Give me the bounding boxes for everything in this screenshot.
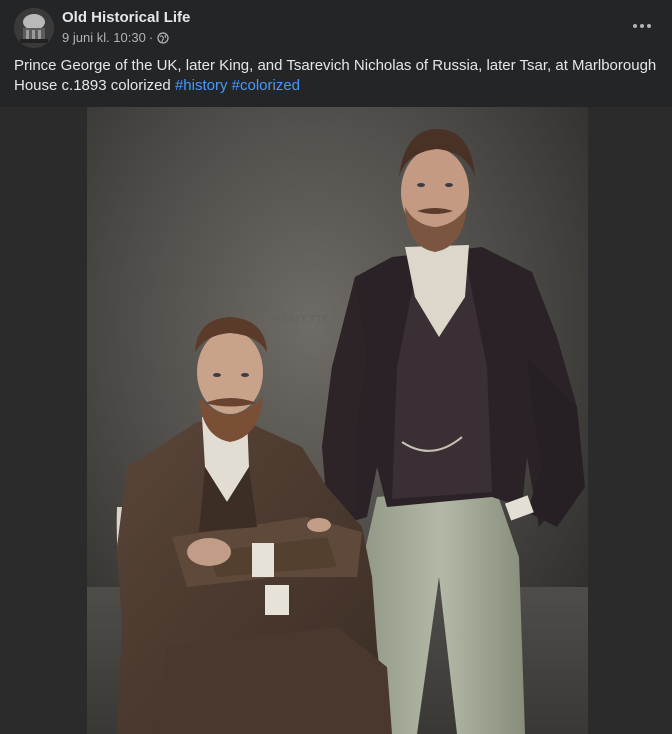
facebook-post: Old Historical Life 9 juni kl. 10:30 · P… bbox=[0, 0, 672, 734]
avatar-image bbox=[14, 8, 54, 48]
post-header: Old Historical Life 9 juni kl. 10:30 · bbox=[0, 0, 672, 52]
more-options-button[interactable] bbox=[626, 12, 658, 40]
hashtag-history[interactable]: #history bbox=[175, 77, 228, 94]
caption-text: Prince George of the UK, later King, and… bbox=[14, 57, 657, 94]
page-name-link[interactable]: Old Historical Life bbox=[62, 9, 190, 27]
globe-icon[interactable] bbox=[157, 32, 169, 44]
more-options-icon bbox=[633, 24, 651, 28]
post-photo[interactable]: LAFAYETTE bbox=[87, 107, 588, 734]
page-avatar[interactable] bbox=[14, 8, 54, 48]
hashtag-colorized[interactable]: #colorized bbox=[232, 77, 300, 94]
photo-image: LAFAYETTE bbox=[87, 107, 588, 734]
post-media-area: LAFAYETTE bbox=[0, 107, 672, 734]
post-caption: Prince George of the UK, later King, and… bbox=[14, 56, 664, 96]
meta-separator: · bbox=[148, 30, 154, 45]
post-timestamp[interactable]: 9 juni kl. 10:30 bbox=[62, 30, 146, 46]
photo-watermark: LAFAYETTE bbox=[267, 313, 329, 325]
post-meta: 9 juni kl. 10:30 · bbox=[62, 30, 169, 46]
